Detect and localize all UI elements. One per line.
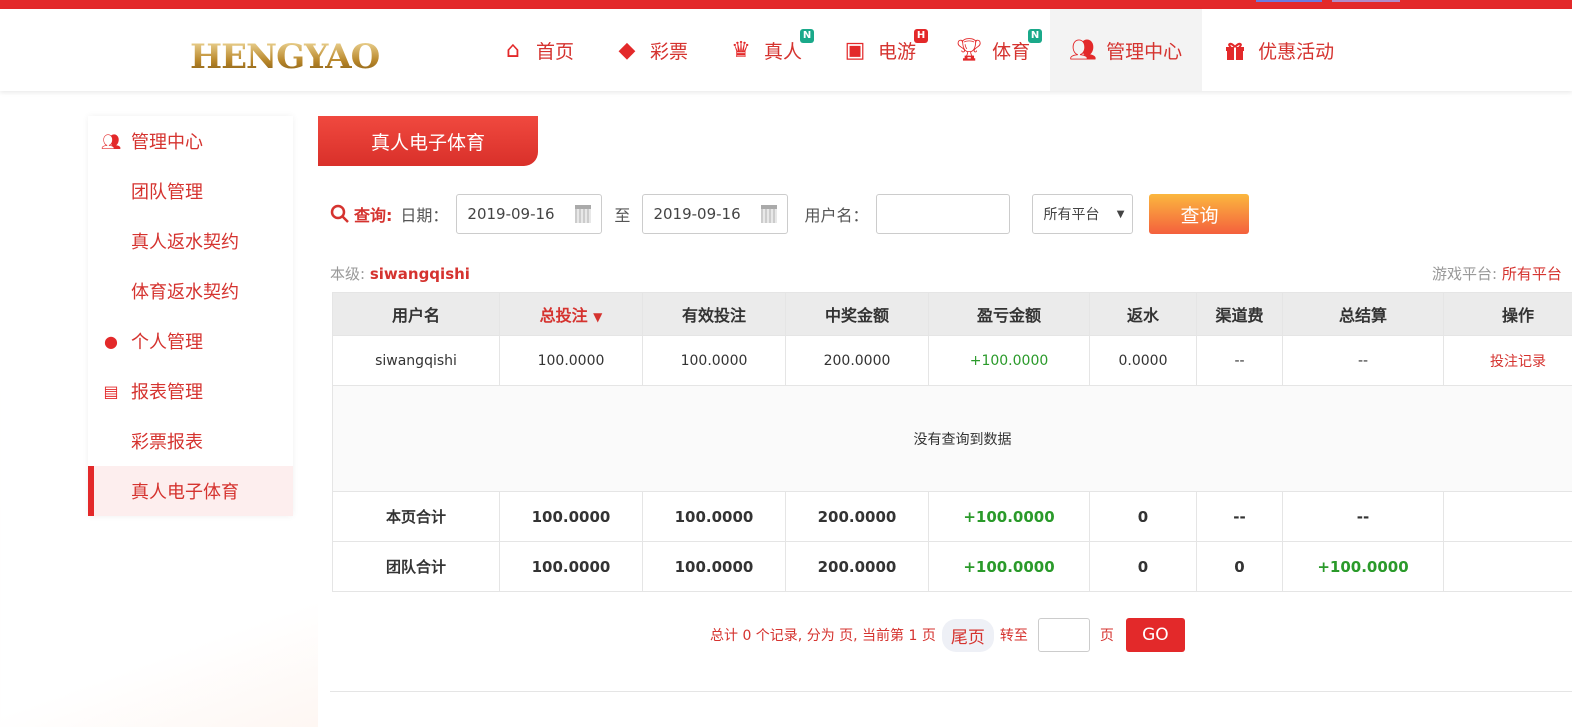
main-panel: 真人电子体育 查询: 日期： 2019-09-16 至 2019-09-16 用…	[318, 116, 1572, 727]
team-total-row: 团队合计 100.0000 100.0000 200.0000 +100.000…	[332, 541, 1572, 592]
new-badge: N	[800, 29, 815, 43]
pagination: 总计 0 个记录, 分为 页, 当前第 1 页 尾页 转至 页 GO	[710, 618, 1185, 652]
to-label: 至	[614, 206, 631, 225]
sidebar-group-personal: ● 个人管理	[88, 316, 293, 366]
sidebar-item-lottery-report[interactable]: 彩票报表	[88, 416, 293, 466]
report-table: 用户名 总投注 ▼ 有效投注 中奖金额 盈亏金额 返水 渠道费 总结算 操作 s…	[332, 292, 1572, 592]
new-badge: N	[1028, 29, 1043, 43]
last-page-button[interactable]: 尾页	[941, 618, 994, 652]
sidebar-item-live-egame-sports[interactable]: 真人电子体育	[88, 466, 293, 516]
start-date-input[interactable]: 2019-09-16	[456, 194, 603, 234]
nav-lottery[interactable]: ◆ 彩票	[594, 9, 708, 91]
slot-machine-icon: ▣	[844, 37, 866, 63]
trophy-icon: 🏆︎	[955, 37, 984, 63]
hot-badge: H	[914, 29, 929, 43]
go-button[interactable]: GO	[1125, 618, 1185, 652]
users-icon: 👥︎	[100, 131, 122, 151]
page-number-input[interactable]	[1037, 618, 1090, 652]
sidebar-item-sports-rebate[interactable]: 体育返水契约	[88, 266, 293, 316]
sort-total-bet[interactable]: 总投注 ▼	[499, 292, 643, 336]
report-icon: ▤	[103, 381, 119, 401]
platform-select[interactable]: 所有平台 ▼	[1032, 194, 1134, 234]
page-total-row: 本页合计 100.0000 100.0000 200.0000 +100.000…	[332, 491, 1572, 542]
search-label: 查询:	[354, 206, 393, 225]
home-icon: ⌂	[506, 37, 520, 63]
nav-home[interactable]: ⌂ 首页	[480, 9, 594, 91]
nav-promotions[interactable]: 优惠活动	[1202, 9, 1354, 91]
table-row: siwangqishi 100.0000 100.0000 200.0000 +…	[332, 335, 1572, 386]
logo[interactable]: HENGYAO	[190, 37, 380, 77]
date-label: 日期：	[400, 206, 449, 225]
lottery-ticket-icon: ◆	[618, 37, 636, 63]
search-bar: 查询: 日期： 2019-09-16 至 2019-09-16 用户名： 所有平…	[330, 194, 1250, 234]
main-nav: ⌂ 首页 ◆ 彩票 ♛ 真人 N ▣ 电游 H 🏆︎ 体育 N 👥︎ 管理中心 优惠活动	[480, 9, 1354, 91]
sidebar-group-reports: ▤ 报表管理	[88, 366, 293, 416]
user-icon: ●	[104, 331, 118, 351]
nav-live[interactable]: ♛ 真人 N	[708, 9, 822, 91]
calendar-icon[interactable]	[761, 205, 778, 223]
tab-live-egame-sports[interactable]: 真人电子体育	[318, 116, 538, 166]
users-icon: 👥︎	[1069, 37, 1098, 63]
sidebar-group-management: 👥︎ 管理中心	[100, 131, 203, 154]
sidebar: 👥︎ 管理中心 团队管理 真人返水契约 体育返水契约 ● 个人管理 ▤ 报表管理 彩票…	[88, 116, 293, 516]
username-input[interactable]	[876, 194, 1011, 234]
header: HENGYAO ⌂ 首页 ◆ 彩票 ♛ 真人 N ▣ 电游 H 🏆︎ 体育 N 👥︎ 管理中心 优…	[0, 9, 1572, 91]
current-level: 本级: siwangqishi	[330, 265, 470, 283]
nav-egame[interactable]: ▣ 电游 H	[822, 9, 936, 91]
gift-icon	[1222, 37, 1248, 63]
calendar-icon[interactable]	[575, 205, 592, 223]
nav-sports[interactable]: 🏆︎ 体育 N	[936, 9, 1050, 91]
bet-records-link[interactable]: 投注记录	[1443, 335, 1572, 386]
chevron-down-icon: ▼	[1116, 208, 1125, 220]
live-dealer-icon: ♛	[731, 37, 751, 63]
game-platform: 游戏平台: 所有平台	[1432, 265, 1562, 283]
sidebar-item-team[interactable]: 团队管理	[88, 166, 293, 216]
end-date-input[interactable]: 2019-09-16	[642, 194, 789, 234]
username-label: 用户名：	[804, 206, 869, 225]
table-header: 用户名 总投注 ▼ 有效投注 中奖金额 盈亏金额 返水 渠道费 总结算 操作	[332, 292, 1572, 336]
top-bar	[0, 0, 1572, 9]
search-button[interactable]: 查询	[1149, 194, 1250, 234]
pagination-summary: 总计 0 个记录, 分为 页, 当前第 1 页	[710, 628, 936, 644]
nav-management[interactable]: 👥︎ 管理中心	[1050, 9, 1203, 91]
sort-desc-icon: ▼	[593, 310, 603, 324]
divider	[330, 691, 1572, 692]
sidebar-item-live-rebate[interactable]: 真人返水契约	[88, 216, 293, 266]
search-icon	[330, 204, 349, 223]
empty-row: 没有查询到数据	[332, 385, 1572, 492]
